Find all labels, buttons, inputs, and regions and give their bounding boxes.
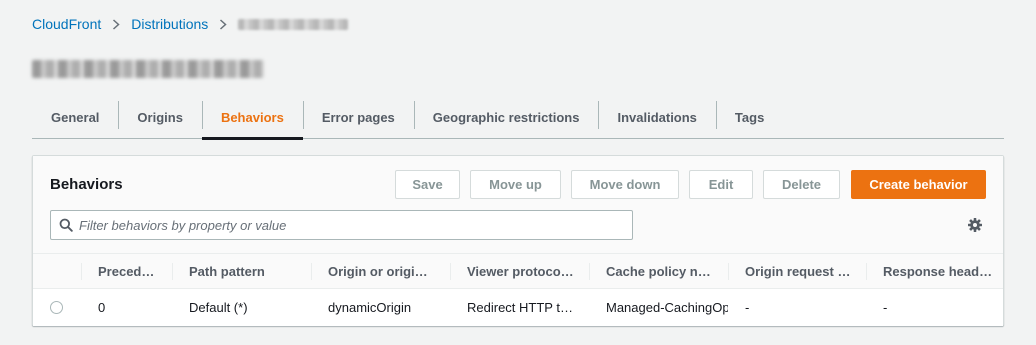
cell-cache-policy: Managed-CachingOp xyxy=(606,300,728,315)
tab-invalidations[interactable]: Invalidations xyxy=(598,96,715,138)
column-header-origin-request[interactable]: Origin request … xyxy=(728,254,866,288)
breadcrumb-current-redacted xyxy=(238,18,349,30)
tab-tags[interactable]: Tags xyxy=(715,96,783,138)
breadcrumb-cloudfront[interactable]: CloudFront xyxy=(32,16,101,32)
panel-header: Behaviors Save Move up Move down Edit De… xyxy=(33,156,1003,254)
delete-button[interactable]: Delete xyxy=(763,170,840,199)
edit-button[interactable]: Edit xyxy=(689,170,753,199)
move-up-button[interactable]: Move up xyxy=(470,170,561,199)
table-header: Preced… Path pattern Origin or origi… Vi… xyxy=(33,254,1003,289)
behaviors-panel: Behaviors Save Move up Move down Edit De… xyxy=(32,155,1004,326)
tab-origins[interactable]: Origins xyxy=(118,96,202,138)
chevron-right-icon xyxy=(218,14,228,34)
page-title-redacted xyxy=(32,60,264,78)
column-header-path-pattern[interactable]: Path pattern xyxy=(172,254,311,288)
move-down-button[interactable]: Move down xyxy=(571,170,679,199)
cell-viewer-protocol: Redirect HTTP t… xyxy=(467,300,573,315)
row-select-radio[interactable] xyxy=(50,301,63,314)
cell-origin-request: - xyxy=(745,300,750,315)
save-button[interactable]: Save xyxy=(395,170,460,199)
column-header-viewer-protocol[interactable]: Viewer protoco… xyxy=(450,254,589,288)
panel-title: Behaviors xyxy=(50,176,123,193)
column-header-origin[interactable]: Origin or origi… xyxy=(311,254,450,288)
search-input[interactable] xyxy=(79,212,619,238)
cell-path-pattern: Default (*) xyxy=(189,300,248,315)
column-header-precedence[interactable]: Preced… xyxy=(81,254,172,288)
column-header-response-headers[interactable]: Response head… xyxy=(866,254,1003,288)
cell-response-headers: - xyxy=(883,300,888,315)
cell-origin: dynamicOrigin xyxy=(328,300,412,315)
chevron-right-icon xyxy=(111,14,121,34)
tab-behaviors[interactable]: Behaviors xyxy=(201,96,303,140)
create-behavior-button[interactable]: Create behavior xyxy=(851,170,986,199)
column-header-cache-policy[interactable]: Cache policy n… xyxy=(589,254,728,288)
breadcrumb-distributions[interactable]: Distributions xyxy=(131,16,208,32)
tab-error-pages[interactable]: Error pages xyxy=(302,96,414,138)
cell-precedence: 0 xyxy=(98,300,106,315)
search-box xyxy=(50,210,633,240)
select-column-header xyxy=(33,254,81,288)
breadcrumb: CloudFront Distributions xyxy=(32,14,349,34)
tab-general[interactable]: General xyxy=(32,96,118,138)
tab-bar: General Origins Behaviors Error pages Ge… xyxy=(32,96,1004,140)
gear-icon[interactable] xyxy=(967,217,983,233)
tab-geographic-restrictions[interactable]: Geographic restrictions xyxy=(413,96,599,138)
table-row[interactable]: 0 Default (*) dynamicOrigin Redirect HTT… xyxy=(33,289,1003,326)
search-icon xyxy=(59,218,73,232)
